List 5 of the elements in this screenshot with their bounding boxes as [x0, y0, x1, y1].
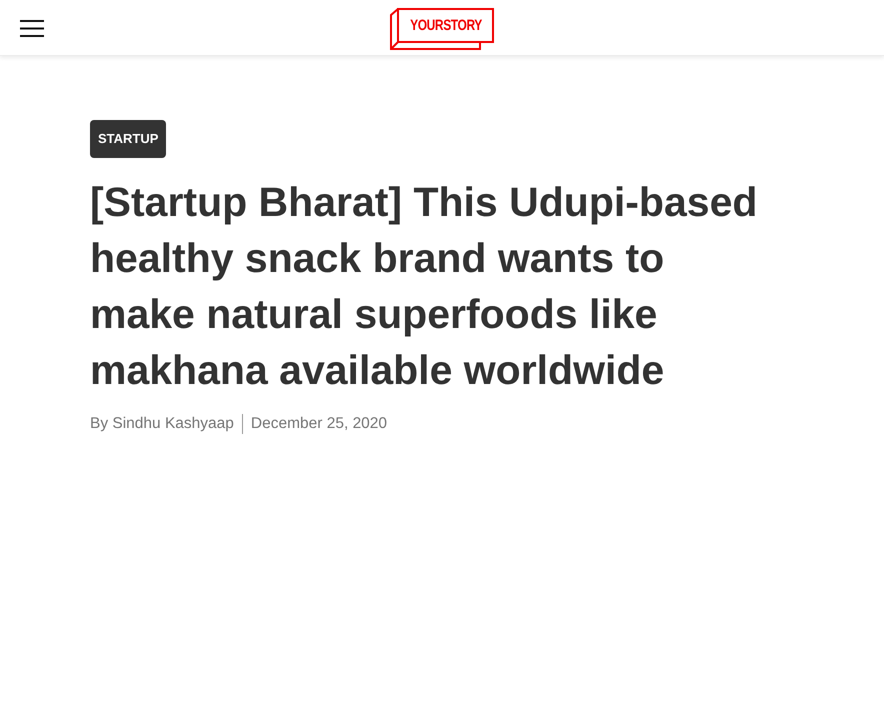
category-tag[interactable]: STARTUP: [90, 120, 166, 158]
publish-date: December 25, 2020: [250, 415, 388, 433]
author-name[interactable]: By Sindhu Kashyaap: [90, 415, 234, 433]
article-title: [Startup Bharat] This Udupi-based healthy snack brand wants to make natural superfoods like makhana available worldwide: [90, 178, 758, 395]
menu-icon: [20, 20, 44, 37]
